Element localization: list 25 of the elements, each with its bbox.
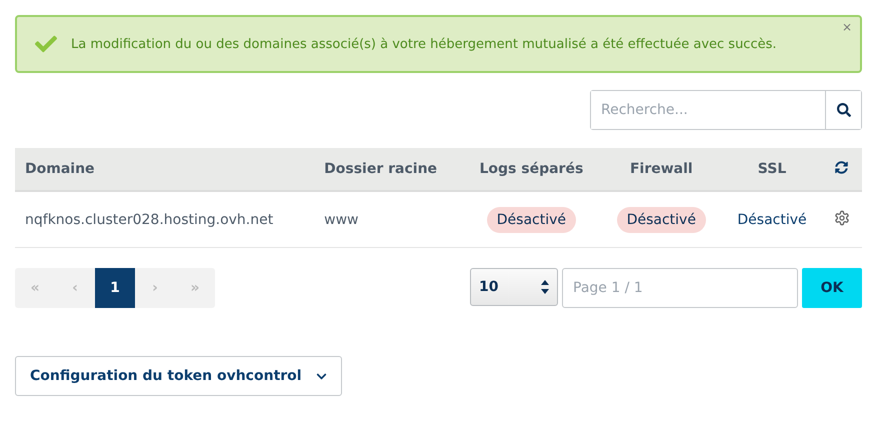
page-field[interactable]: Page 1 / 1 (562, 268, 798, 308)
column-header: Firewall (600, 148, 722, 191)
check-icon (35, 33, 57, 55)
updown-icon (541, 280, 549, 294)
search-field[interactable]: Recherche... (590, 90, 862, 130)
table-cell: www (324, 212, 359, 228)
status-badge: Désactivé (486, 206, 576, 232)
refresh-icon[interactable] (835, 160, 848, 174)
status-text: Désactivé (737, 212, 807, 228)
page-size-select[interactable]: 10 (470, 268, 558, 306)
column-header: SSL (722, 148, 822, 191)
settings-icon[interactable] (834, 210, 850, 226)
status-badge: Désactivé (616, 206, 706, 232)
search-button[interactable] (825, 91, 861, 129)
column-header: Dossier racine (314, 148, 462, 191)
chevron-down-icon (316, 370, 327, 382)
ok-button[interactable]: OK (802, 268, 862, 308)
table-cell: nqfknos.cluster028.hosting.ovh.net (25, 212, 274, 228)
config-dropdown-button[interactable]: Configuration du token ovhcontrol (15, 356, 342, 396)
search-icon (836, 103, 850, 117)
column-header: Domaine (15, 148, 314, 191)
column-header: Logs séparés (462, 148, 600, 191)
alert-message: La modification du ou des domaines associé(s) à votre hébergement mutualisé a été effectuée avec succès. (71, 36, 777, 52)
close-button[interactable]: × (842, 20, 852, 34)
page-button[interactable]: 1 (95, 268, 135, 308)
